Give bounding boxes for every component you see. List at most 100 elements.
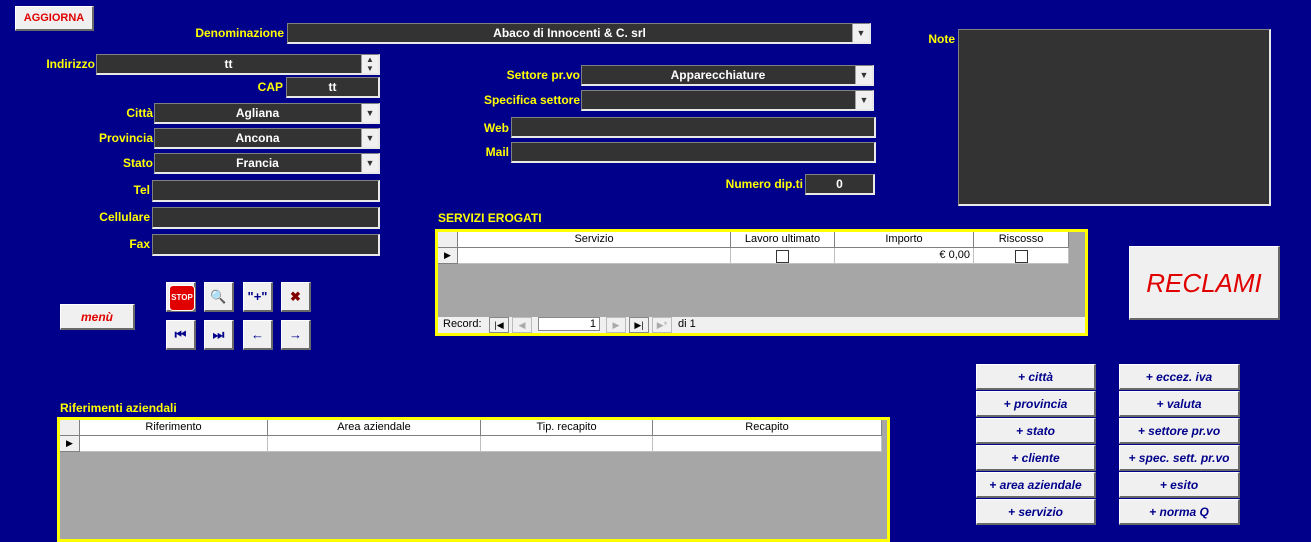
record-selector-icon[interactable]: ▶	[438, 248, 458, 264]
arrow-right-icon: →	[289, 327, 302, 342]
stop-button[interactable]: STOP	[166, 282, 196, 312]
record-total: di 1	[678, 318, 696, 330]
cell-importo[interactable]: € 0,00	[835, 248, 974, 264]
stato-combo[interactable]: Francia ▼	[154, 153, 380, 174]
cellulare-field[interactable]	[152, 207, 380, 229]
stato-label: Stato	[123, 156, 153, 170]
add-area-aziendale-button[interactable]: + area aziendale	[976, 472, 1096, 498]
cell-area-aziendale[interactable]	[268, 436, 481, 452]
column-header-servizio[interactable]: Servizio	[458, 232, 731, 248]
lavoro-ultimato-checkbox[interactable]	[776, 250, 789, 263]
fax-label: Fax	[129, 237, 150, 251]
find-button[interactable]: 🔍	[204, 282, 234, 312]
settore-combo[interactable]: Apparecchiature ▼	[581, 65, 874, 86]
next-record-button[interactable]: →	[281, 320, 311, 350]
record-selector-icon[interactable]: ▶	[60, 436, 80, 452]
cap-field[interactable]: tt	[286, 77, 380, 98]
add-cliente-button[interactable]: + cliente	[976, 445, 1096, 471]
scroll-arrows-icon[interactable]: ▲ ▼	[361, 55, 378, 73]
citta-combo[interactable]: Agliana ▼	[154, 103, 380, 124]
chevron-down-icon[interactable]: ▼	[855, 91, 872, 109]
riscosso-checkbox[interactable]	[1014, 250, 1028, 263]
cell-riferimento[interactable]	[80, 436, 268, 452]
denominazione-combo[interactable]: Abaco di Innocenti & C. srl ▼	[287, 23, 871, 44]
cellulare-label: Cellulare	[99, 210, 150, 224]
nav-new-icon[interactable]: ▶*	[652, 317, 672, 333]
web-field[interactable]	[511, 117, 876, 138]
stop-icon: STOP	[169, 285, 195, 311]
nav-prev-icon[interactable]: ◀	[512, 317, 532, 333]
denominazione-label: Denominazione	[195, 26, 284, 40]
column-header-riferimento[interactable]: Riferimento	[80, 420, 268, 436]
chevron-down-icon[interactable]: ▼	[361, 154, 378, 172]
cell-riscosso[interactable]	[974, 248, 1069, 264]
column-header-recapito[interactable]: Recapito	[653, 420, 882, 436]
indirizzo-label: Indirizzo	[46, 57, 95, 71]
delete-record-button[interactable]: ✖	[281, 282, 311, 312]
add-stato-button[interactable]: + stato	[976, 418, 1096, 444]
cell-lavoro-ultimato[interactable]	[731, 248, 835, 264]
add-citta-button[interactable]: + città	[976, 364, 1096, 390]
add-provincia-button[interactable]: + provincia	[976, 391, 1096, 417]
mail-field[interactable]	[511, 142, 876, 163]
mail-label: Mail	[485, 145, 509, 159]
last-record-button[interactable]: ⏭	[204, 320, 234, 350]
settore-value: Apparecchiature	[670, 68, 766, 82]
add-eccez-iva-button[interactable]: + eccez. iva	[1119, 364, 1240, 390]
chevron-down-icon[interactable]: ▼	[855, 66, 872, 84]
column-header-area-aziendale[interactable]: Area aziendale	[268, 420, 481, 436]
add-norma-q-button[interactable]: + norma Q	[1119, 499, 1240, 525]
menu-button[interactable]: menù	[60, 304, 135, 330]
numero-dip-label: Numero dip.ti	[725, 177, 803, 191]
nav-first-icon[interactable]: |◀	[489, 317, 509, 333]
denominazione-value: Abaco di Innocenti & C. srl	[493, 26, 646, 40]
numero-dip-field[interactable]: 0	[805, 174, 875, 195]
chevron-down-icon[interactable]: ▼	[361, 129, 378, 147]
column-header-lavoro-ultimato[interactable]: Lavoro ultimato	[731, 232, 835, 248]
settore-label: Settore pr.vo	[506, 68, 580, 82]
citta-value: Agliana	[235, 106, 280, 120]
specifica-label: Specifica settore	[483, 93, 580, 107]
last-record-icon: ⏭	[212, 327, 225, 342]
column-header-riscosso[interactable]: Riscosso	[974, 232, 1069, 248]
specifica-combo[interactable]: ▼	[581, 90, 874, 111]
provincia-combo[interactable]: Ancona ▼	[154, 128, 380, 149]
provincia-value: Ancona	[235, 131, 280, 145]
web-label: Web	[483, 121, 509, 135]
add-settore-button[interactable]: + settore pr.vo	[1119, 418, 1240, 444]
column-header-tip-recapito[interactable]: Tip. recapito	[481, 420, 653, 436]
grid-corner	[438, 232, 458, 248]
add-servizio-button[interactable]: + servizio	[976, 499, 1096, 525]
indirizzo-field[interactable]: tt ▲ ▼	[96, 54, 380, 75]
riferimenti-title: Riferimenti aziendali	[60, 401, 177, 415]
column-header-importo[interactable]: Importo	[835, 232, 974, 248]
note-textarea[interactable]	[958, 29, 1271, 206]
cell-servizio[interactable]	[458, 248, 731, 264]
nav-next-icon[interactable]: ▶	[606, 317, 626, 333]
nav-last-icon[interactable]: ▶|	[629, 317, 649, 333]
previous-record-button[interactable]: ←	[243, 320, 273, 350]
add-esito-button[interactable]: + esito	[1119, 472, 1240, 498]
aggiorna-button[interactable]: AGGIORNA	[15, 6, 94, 31]
fax-field[interactable]	[152, 234, 380, 256]
new-record-button[interactable]: "+"	[243, 282, 273, 312]
chevron-down-icon[interactable]: ▼	[361, 104, 378, 122]
record-number-input[interactable]: 1	[538, 317, 600, 331]
cell-recapito[interactable]	[653, 436, 882, 452]
servizi-title: SERVIZI EROGATI	[438, 211, 542, 225]
add-spec-sett-button[interactable]: + spec. sett. pr.vo	[1119, 445, 1240, 471]
chevron-down-icon[interactable]: ▼	[852, 24, 869, 42]
servizi-grid: Servizio Lavoro ultimato Importo Riscoss…	[435, 229, 1088, 336]
tel-field[interactable]	[152, 180, 380, 202]
reclami-button[interactable]: RECLAMI	[1129, 246, 1280, 320]
citta-label: Città	[126, 106, 153, 120]
delete-record-icon: ✖	[290, 289, 301, 304]
cell-tip-recapito[interactable]	[481, 436, 653, 452]
add-valuta-button[interactable]: + valuta	[1119, 391, 1240, 417]
binoculars-icon: 🔍	[210, 289, 227, 304]
record-label: Record:	[443, 318, 482, 330]
tel-label: Tel	[133, 183, 150, 197]
first-record-button[interactable]: ⏮	[166, 320, 196, 350]
provincia-label: Provincia	[98, 131, 153, 145]
cap-label: CAP	[257, 80, 283, 94]
